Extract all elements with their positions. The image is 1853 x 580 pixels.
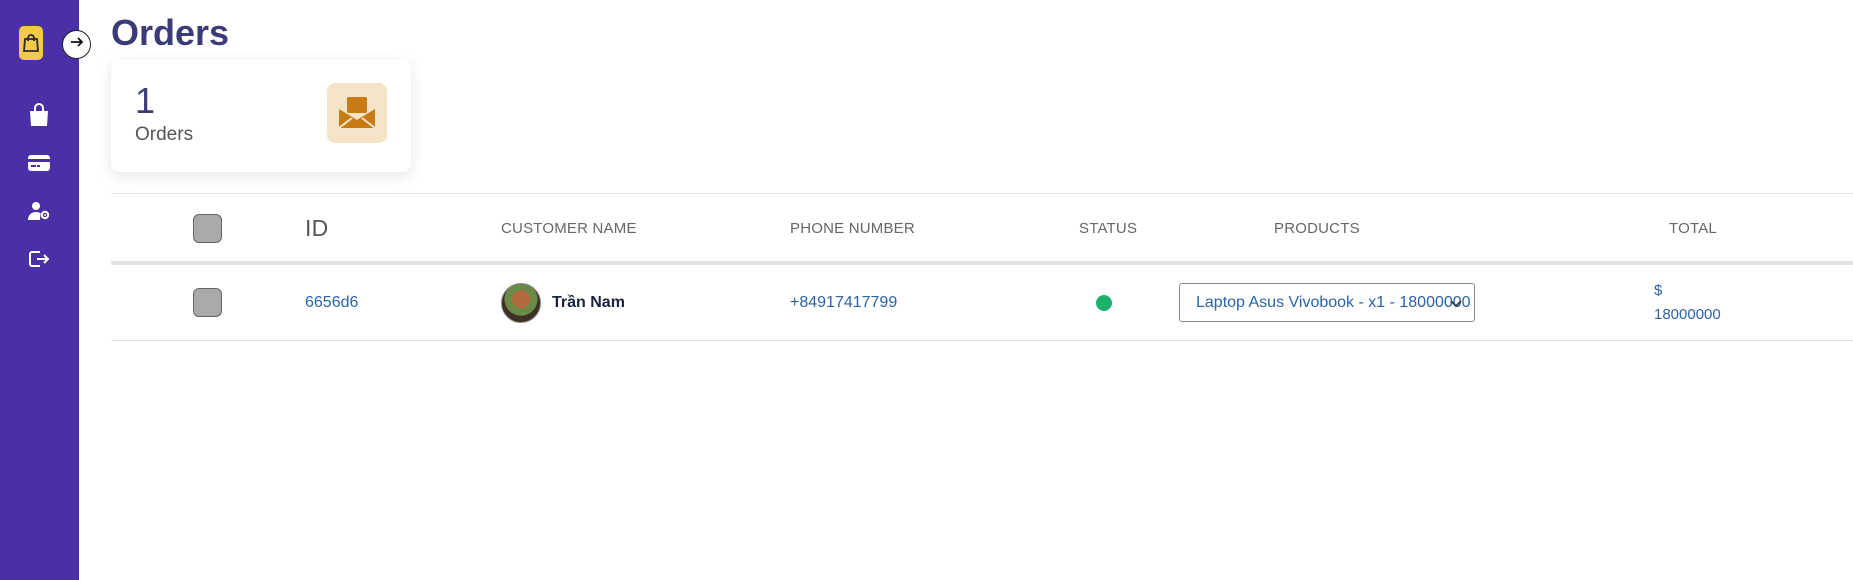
- products-dropdown-value: Laptop Asus Vivobook - x1 - 18000000: [1196, 293, 1471, 311]
- sidebar-item-orders[interactable]: [26, 152, 52, 178]
- customer-name: Trần Nam: [552, 294, 625, 311]
- table-header: ID CUSTOMER NAME PHONE NUMBER STATUS PRO…: [111, 193, 1853, 265]
- sidebar: [0, 0, 79, 580]
- header-phone-number: PHONE NUMBER: [790, 219, 915, 237]
- shopping-bag-icon[interactable]: [19, 26, 43, 60]
- order-id[interactable]: 6656d6: [305, 265, 358, 341]
- orders-count: 1: [135, 80, 156, 121]
- orders-count-label: Orders: [135, 124, 194, 145]
- envelope-open-icon: [327, 83, 387, 143]
- page-title: Orders: [111, 12, 230, 53]
- arrow-right-icon: [69, 34, 85, 55]
- customer-cell: Trần Nam: [501, 265, 625, 341]
- phone-number[interactable]: +84917417799: [790, 265, 897, 341]
- header-products: PRODUCTS: [1274, 219, 1360, 237]
- select-all-checkbox[interactable]: [193, 214, 222, 243]
- chevron-down-icon: [1450, 296, 1462, 314]
- bag-icon: [28, 102, 50, 132]
- sidebar-item-users[interactable]: [26, 200, 52, 226]
- header-id: ID: [305, 214, 329, 241]
- avatar: [501, 283, 541, 323]
- header-status: STATUS: [1079, 219, 1138, 237]
- sidebar-item-logout[interactable]: [26, 248, 52, 274]
- header-customer-name: CUSTOMER NAME: [501, 219, 637, 237]
- table-row[interactable]: 6656d6 Trần Nam +84917417799 Laptop Asus…: [111, 265, 1853, 341]
- sidebar-toggle-button[interactable]: [62, 30, 91, 59]
- header-total: TOTAL: [1669, 219, 1717, 237]
- logout-icon: [28, 249, 50, 274]
- total-value: 18000000: [1654, 306, 1721, 323]
- order-total: $ 18000000: [1654, 279, 1721, 327]
- row-checkbox[interactable]: [193, 288, 222, 317]
- status-cell: [1096, 265, 1112, 341]
- products-dropdown[interactable]: Laptop Asus Vivobook - x1 - 18000000: [1179, 283, 1475, 322]
- orders-table: ID CUSTOMER NAME PHONE NUMBER STATUS PRO…: [111, 193, 1853, 341]
- credit-card-icon: [27, 154, 51, 177]
- user-settings-icon: [27, 201, 51, 226]
- orders-stat-card: 1 Orders: [111, 60, 411, 172]
- sidebar-item-products[interactable]: [26, 102, 52, 132]
- status-indicator: [1096, 295, 1112, 311]
- total-currency: $: [1654, 282, 1663, 299]
